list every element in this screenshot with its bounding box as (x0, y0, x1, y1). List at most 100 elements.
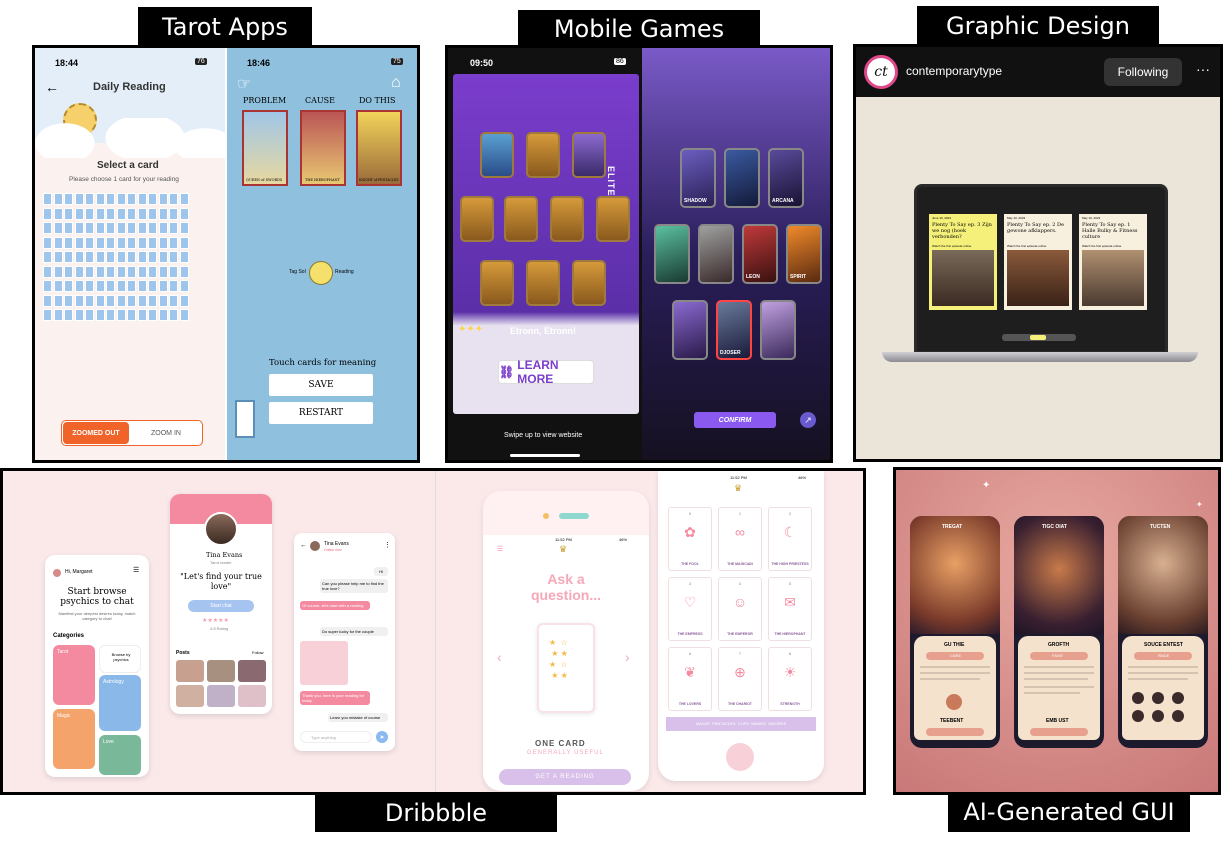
face-down-card[interactable] (106, 265, 115, 278)
face-down-card[interactable] (85, 280, 94, 292)
feature-icon[interactable] (1172, 692, 1184, 704)
face-down-card[interactable] (85, 236, 94, 249)
hero-card[interactable] (724, 148, 760, 208)
hero-card[interactable]: LEON (742, 224, 778, 284)
face-down-card[interactable] (53, 265, 63, 278)
face-down-card[interactable] (148, 207, 157, 220)
face-down-card[interactable] (85, 222, 94, 234)
feature-icon[interactable] (1132, 692, 1144, 704)
face-down-card[interactable] (64, 193, 73, 205)
tarot-deck-card[interactable]: 5 ✉ THE HIEROPHANT (768, 577, 812, 641)
face-down-card[interactable] (116, 309, 126, 321)
card-grid[interactable] (43, 193, 193, 327)
tarot-image-message[interactable] (300, 641, 348, 685)
face-down-card[interactable] (85, 193, 94, 205)
face-down-card[interactable] (74, 193, 84, 205)
post-thumbnail[interactable] (176, 660, 204, 682)
face-down-card[interactable] (148, 294, 157, 307)
episode-card[interactable]: May 10, 2023 Plenty To Say ep. 1 Halle B… (1079, 214, 1147, 310)
share-icon[interactable]: ↗ (800, 412, 816, 428)
profile-avatar[interactable]: ct (864, 55, 898, 89)
face-down-card[interactable] (127, 236, 136, 249)
get-reading-button[interactable]: GET A READING (499, 769, 631, 785)
category-love[interactable]: Love (99, 735, 141, 775)
face-down-card[interactable] (158, 309, 168, 321)
hero-card[interactable]: DJOSER (716, 300, 752, 360)
face-down-card[interactable] (74, 207, 84, 220)
tarot-deck-card[interactable]: 1 ∞ THE MAGICIAN (718, 507, 762, 571)
face-down-card[interactable] (116, 294, 126, 307)
face-down-card[interactable] (64, 280, 73, 292)
swipe-up-text[interactable]: Swipe up to view website (504, 432, 582, 439)
face-down-card[interactable] (148, 193, 157, 205)
face-down-card[interactable] (179, 207, 189, 220)
hero-card[interactable] (760, 300, 796, 360)
face-down-card[interactable] (116, 265, 126, 278)
face-down-card[interactable] (85, 265, 94, 278)
face-down-card[interactable] (74, 236, 84, 249)
face-down-card[interactable] (64, 251, 73, 263)
face-down-card[interactable] (158, 236, 168, 249)
post-thumbnail[interactable] (207, 685, 235, 707)
face-down-card[interactable] (106, 280, 115, 292)
face-down-card[interactable] (95, 236, 105, 249)
tarot-deck-card[interactable]: 2 ☾ THE HIGH PRIESTESS (768, 507, 812, 571)
face-down-card[interactable] (179, 265, 189, 278)
face-down-card[interactable] (64, 309, 73, 321)
category-browse[interactable]: Browse by psychics (99, 645, 141, 673)
face-down-card[interactable] (64, 222, 73, 234)
face-down-card[interactable] (53, 251, 63, 263)
start-chat-button[interactable]: Start chat (188, 600, 254, 612)
confirm-button[interactable]: CONFIRM (694, 412, 776, 428)
face-down-card[interactable] (95, 207, 105, 220)
face-down-card[interactable] (148, 280, 157, 292)
face-down-card[interactable] (64, 265, 73, 278)
face-down-card[interactable] (158, 294, 168, 307)
face-down-card[interactable] (169, 309, 178, 321)
face-down-card[interactable] (43, 265, 52, 278)
menu-icon[interactable]: ☰ (497, 545, 503, 553)
game-card-item[interactable] (526, 260, 560, 306)
sun-face-icon[interactable] (309, 261, 333, 285)
face-down-card[interactable] (116, 207, 126, 220)
zoom-in-button[interactable]: ZOOM IN (131, 422, 201, 444)
next-arrow-icon[interactable]: › (625, 649, 630, 665)
face-down-card[interactable] (148, 309, 157, 321)
save-button[interactable]: SAVE (269, 374, 373, 396)
feature-icon[interactable] (946, 694, 962, 710)
feature-icon[interactable] (1132, 710, 1144, 722)
tarot-card-queen-of-swords[interactable]: QUEEN of SWORDS (242, 110, 288, 186)
face-down-card[interactable] (169, 193, 178, 205)
face-down-card[interactable] (106, 236, 115, 249)
game-card-item[interactable] (572, 132, 606, 178)
face-down-card[interactable] (95, 193, 105, 205)
game-card-item[interactable] (550, 196, 584, 242)
tarot-deck-card[interactable]: 8 ☀ STRENGTH (768, 647, 812, 711)
face-down-card[interactable] (169, 294, 178, 307)
menu-icon[interactable]: ☰ (133, 566, 139, 574)
face-down-card[interactable] (95, 251, 105, 263)
face-down-card[interactable] (127, 193, 136, 205)
feature-icon[interactable] (1172, 710, 1184, 722)
face-down-card[interactable] (127, 294, 136, 307)
face-down-card[interactable] (127, 251, 136, 263)
face-down-card[interactable] (106, 251, 115, 263)
follow-link[interactable]: Follow (252, 650, 264, 655)
more-icon[interactable]: ⋮ (384, 541, 391, 549)
face-down-card[interactable] (74, 280, 84, 292)
tarot-deck-card[interactable]: 7 ⊕ THE CHARIOT (718, 647, 762, 711)
face-down-card[interactable] (43, 294, 52, 307)
face-down-card[interactable] (116, 251, 126, 263)
face-down-card[interactable] (116, 222, 126, 234)
face-down-card[interactable] (179, 294, 189, 307)
face-down-card[interactable] (64, 207, 73, 220)
face-down-card[interactable] (53, 207, 63, 220)
post-thumbnail[interactable] (176, 685, 204, 707)
face-down-card[interactable] (169, 265, 178, 278)
bottom-pill[interactable] (1030, 728, 1088, 736)
face-down-card[interactable] (137, 207, 147, 220)
face-down-card[interactable] (95, 309, 105, 321)
face-down-card[interactable] (158, 222, 168, 234)
learn-more-button[interactable]: ⛓ LEARN MORE (498, 358, 594, 386)
back-arrow-icon[interactable]: ← (300, 542, 307, 549)
